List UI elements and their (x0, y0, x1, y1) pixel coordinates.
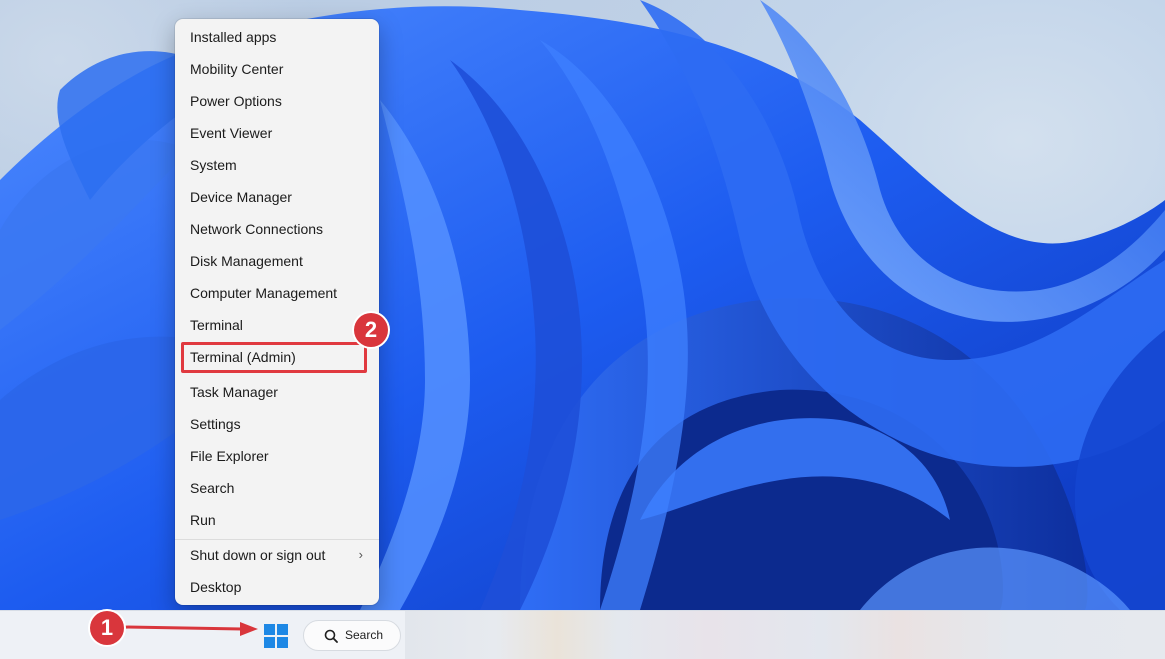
menu-item-label: Search (190, 480, 235, 496)
menu-item-task-manager[interactable]: Task Manager (175, 376, 379, 408)
menu-item-search[interactable]: Search (175, 472, 379, 504)
taskbar-search-box[interactable]: Search (303, 620, 401, 651)
menu-item-terminal[interactable]: Terminal (175, 309, 379, 341)
menu-item-shut-down-or-sign-out[interactable]: Shut down or sign out › (175, 539, 379, 571)
menu-item-label: Desktop (190, 579, 242, 595)
menu-item-settings[interactable]: Settings (175, 408, 379, 440)
menu-item-computer-management[interactable]: Computer Management (175, 277, 379, 309)
terminal-admin-highlight-box (181, 342, 367, 373)
menu-item-device-manager[interactable]: Device Manager (175, 181, 379, 213)
menu-item-event-viewer[interactable]: Event Viewer (175, 117, 379, 149)
menu-item-disk-management[interactable]: Disk Management (175, 245, 379, 277)
menu-item-label: Task Manager (190, 384, 278, 400)
menu-item-label: Power Options (190, 93, 282, 109)
menu-item-label: File Explorer (190, 448, 269, 464)
menu-item-label: Device Manager (190, 189, 292, 205)
menu-item-network-connections[interactable]: Network Connections (175, 213, 379, 245)
taskbar-blurred-apps (405, 611, 1165, 659)
menu-item-system[interactable]: System (175, 149, 379, 181)
menu-item-label: Computer Management (190, 285, 338, 301)
menu-item-label: Run (190, 512, 216, 528)
menu-item-power-options[interactable]: Power Options (175, 85, 379, 117)
menu-item-label: Mobility Center (190, 61, 284, 77)
menu-item-installed-apps[interactable]: Installed apps (175, 21, 379, 53)
menu-item-label: Network Connections (190, 221, 324, 237)
menu-item-run[interactable]: Run (175, 504, 379, 536)
menu-item-label: Disk Management (190, 253, 303, 269)
search-icon (324, 629, 338, 648)
start-context-menu: Installed apps Mobility Center Power Opt… (175, 19, 379, 605)
menu-item-label: Installed apps (190, 29, 277, 45)
menu-item-label: Settings (190, 416, 241, 432)
menu-item-file-explorer[interactable]: File Explorer (175, 440, 379, 472)
menu-item-label: Shut down or sign out (190, 547, 326, 563)
menu-item-label: System (190, 157, 237, 173)
menu-item-desktop[interactable]: Desktop (175, 571, 379, 603)
chevron-right-icon: › (358, 547, 363, 562)
menu-item-label: Event Viewer (190, 125, 273, 141)
step-1-badge: 1 (90, 611, 124, 645)
step-2-badge: 2 (354, 313, 388, 347)
menu-item-label: Terminal (190, 317, 243, 333)
menu-item-mobility-center[interactable]: Mobility Center (175, 53, 379, 85)
windows-logo-icon[interactable] (263, 623, 289, 649)
search-label: Search (345, 628, 384, 642)
step-1-arrow (124, 622, 258, 636)
